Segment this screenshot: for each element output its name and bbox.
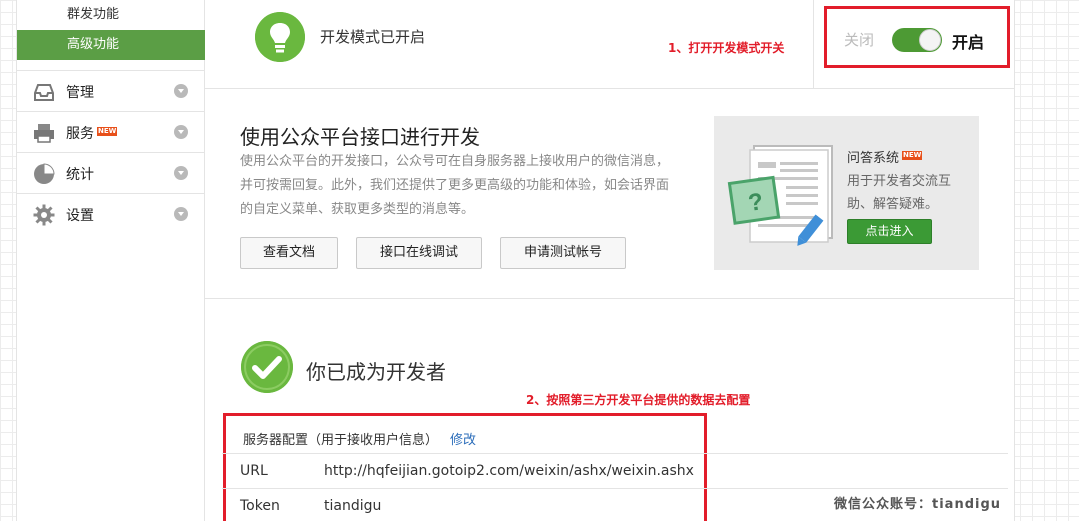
toggle-off-label[interactable]: 关闭 — [844, 29, 874, 50]
qa-document-illustration-icon: ? — [727, 145, 833, 246]
divider — [813, 0, 814, 89]
gear-icon — [33, 204, 55, 226]
qa-system-title: 问答系统 NEW — [847, 147, 923, 166]
toggle-knob[interactable] — [919, 29, 941, 51]
url-label: URL — [240, 463, 268, 479]
checkmark-icon — [241, 341, 293, 393]
dev-mode-toggle[interactable] — [892, 28, 942, 52]
sidebar-item-manage[interactable]: 管理 — [17, 70, 205, 111]
dev-mode-header: 开发模式已开启 1、打开开发模式开关 关闭 开启 — [205, 0, 1015, 89]
dev-mode-status: 开发模式已开启 — [320, 28, 426, 46]
developer-status-title: 你已成为开发者 — [306, 360, 446, 384]
sidebar: 群发功能 高级功能 管理 服务 NEW 统计 设置 — [16, 0, 205, 521]
printer-icon — [34, 124, 54, 143]
sidebar-item-label-text: 服务 — [66, 126, 94, 142]
sidebar-item-label: 设置 — [66, 208, 94, 224]
apply-test-account-button[interactable]: 申请测试帐号 — [500, 237, 626, 269]
chevron-down-icon[interactable] — [174, 207, 188, 221]
annotation-step1: 1、打开开发模式开关 — [668, 41, 785, 55]
sidebar-item-label: 管理 — [66, 85, 94, 101]
url-value: http://hqfeijian.gotoip2.com/weixin/ashx… — [324, 463, 694, 479]
chevron-down-icon[interactable] — [174, 166, 188, 180]
sidebar-subitem-mass-send[interactable]: 群发功能 — [17, 0, 205, 30]
lightbulb-icon — [255, 12, 305, 62]
inbox-icon — [34, 84, 54, 101]
watermark: 微信公众账号：tiandigu — [834, 497, 1002, 512]
main-panel: 开发模式已开启 1、打开开发模式开关 关闭 开启 使用公众平台接口进行开发 使用… — [205, 0, 1015, 521]
divider — [205, 298, 1015, 299]
server-config-header: 服务器配置（用于接收用户信息） 修改 — [243, 429, 476, 448]
row-divider — [222, 453, 1008, 454]
pie-chart-icon — [34, 163, 55, 184]
token-label: Token — [240, 498, 280, 514]
api-section-title: 使用公众平台接口进行开发 — [240, 125, 480, 149]
qa-enter-button[interactable]: 点击进入 — [847, 219, 932, 244]
edit-config-link[interactable]: 修改 — [450, 433, 476, 448]
qa-system-title-text: 问答系统 — [847, 151, 900, 166]
api-section-description: 使用公众平台的开发接口，公众号可在自身服务器上接收用户的微信消息，并可按需回复。… — [240, 154, 670, 217]
annotation-step2: 2、按照第三方开发平台提供的数据去配置 — [526, 393, 751, 407]
chevron-down-icon[interactable] — [174, 125, 188, 139]
new-badge: NEW — [97, 127, 118, 136]
sidebar-item-label: 服务 NEW — [66, 123, 118, 143]
sidebar-item-stats[interactable]: 统计 — [17, 152, 205, 193]
toggle-highlight-box: 关闭 开启 — [824, 6, 1010, 68]
toggle-on-label[interactable]: 开启 — [952, 29, 984, 53]
qa-system-description: 用于开发者交流互助、解答疑难。 — [847, 174, 952, 212]
sidebar-item-label: 统计 — [66, 167, 94, 183]
sidebar-item-service[interactable]: 服务 NEW — [17, 111, 205, 152]
qa-system-promo: ? 问答系统 NEW 用于开发者交流互助、解答疑难。 点击进入 — [714, 116, 979, 270]
server-config-title: 服务器配置（用于接收用户信息） — [243, 433, 439, 448]
sidebar-item-settings[interactable]: 设置 — [17, 193, 205, 234]
token-value: tiandigu — [324, 498, 382, 514]
view-docs-button[interactable]: 查看文档 — [240, 237, 338, 269]
chevron-down-icon[interactable] — [174, 84, 188, 98]
row-divider — [222, 488, 1008, 489]
online-debug-button[interactable]: 接口在线调试 — [356, 237, 482, 269]
new-badge: NEW — [902, 151, 923, 160]
sidebar-subitem-advanced[interactable]: 高级功能 — [17, 30, 205, 60]
